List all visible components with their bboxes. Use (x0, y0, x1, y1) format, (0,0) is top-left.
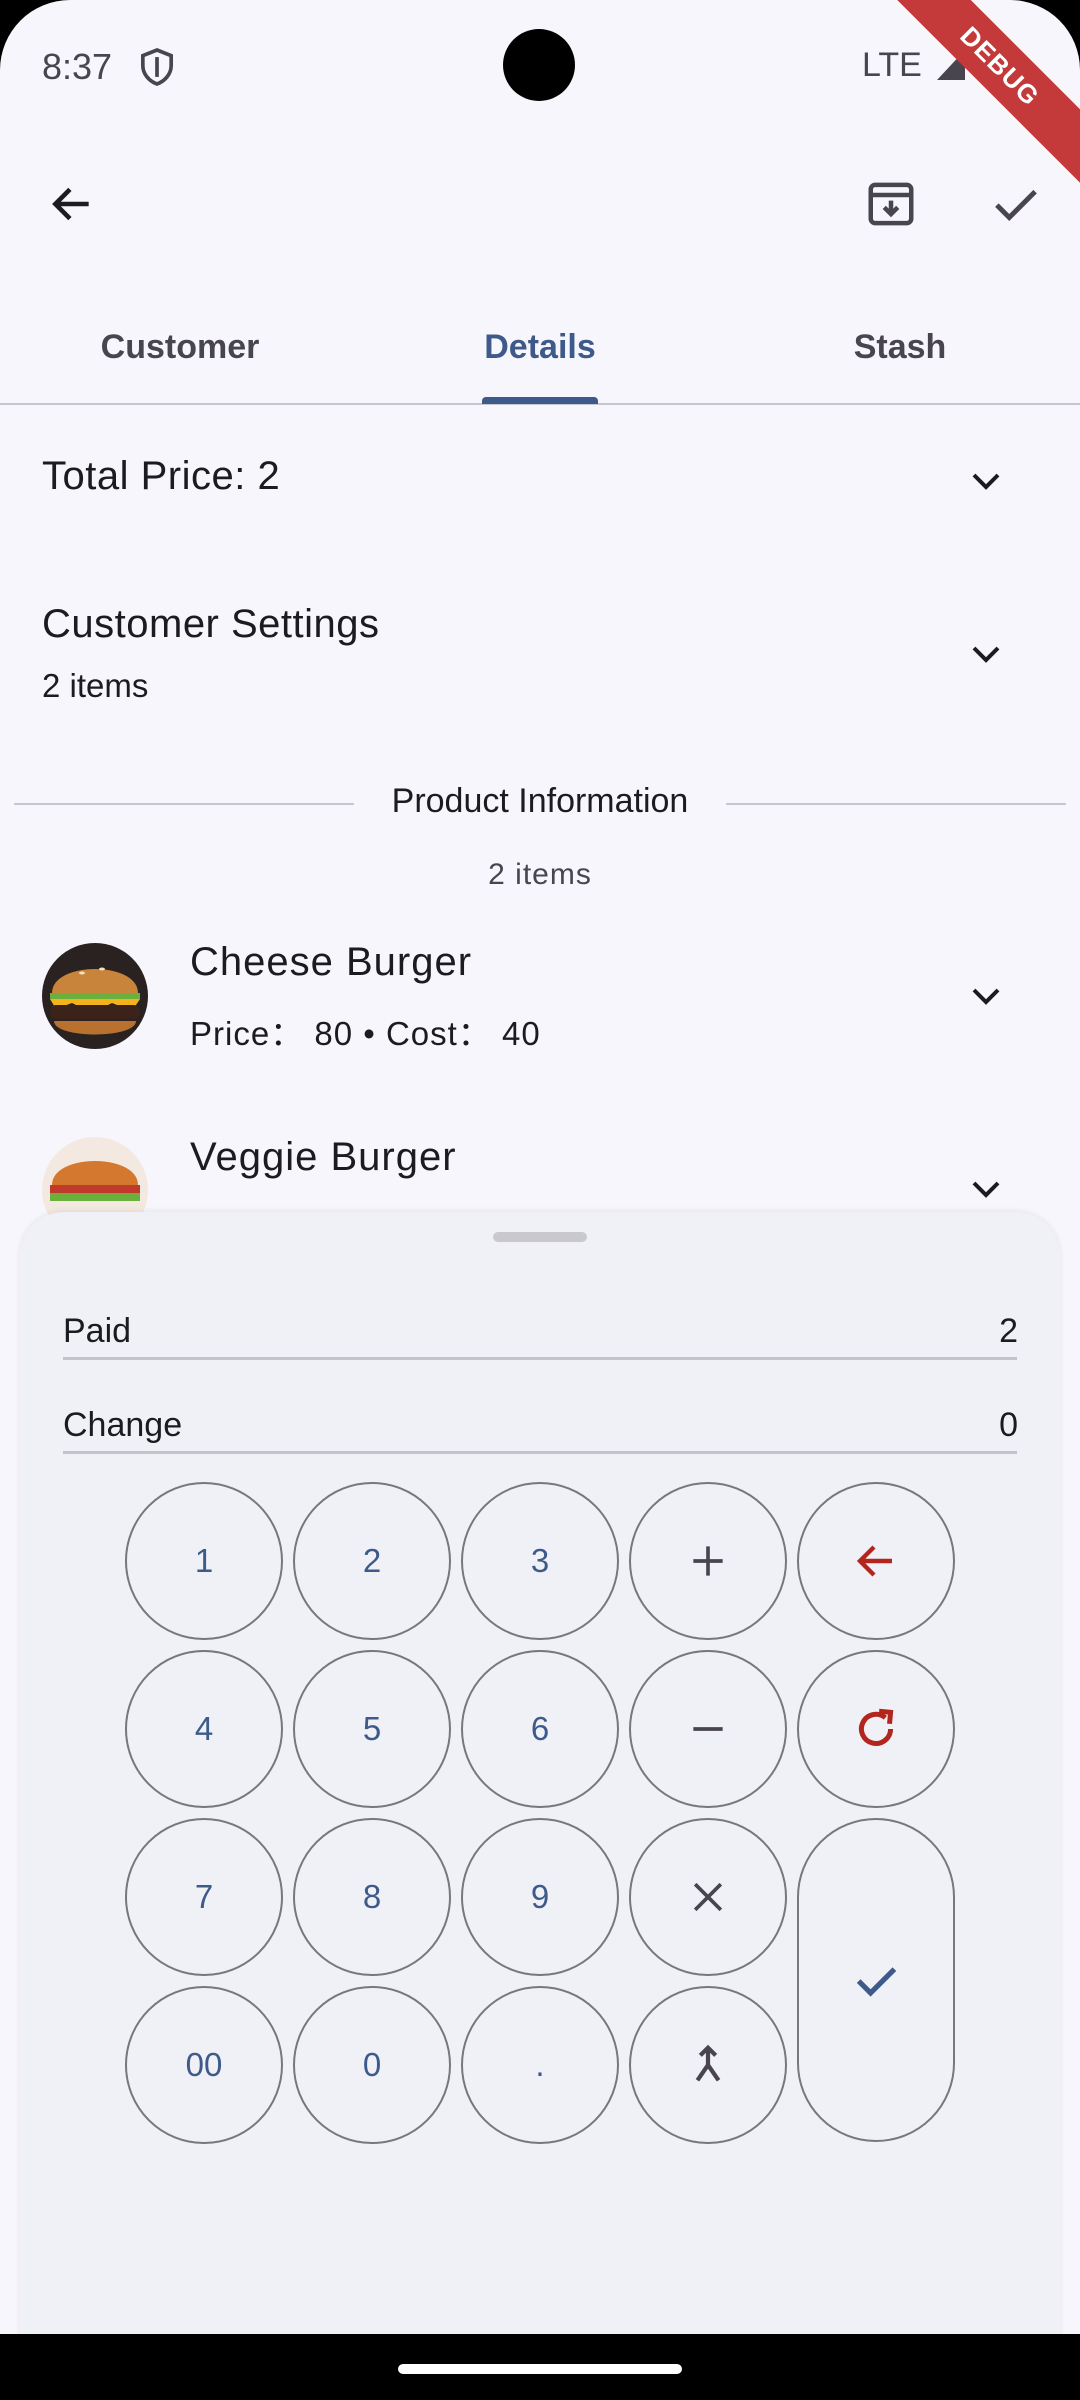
change-underline (63, 1451, 1017, 1454)
network-label: LTE (862, 46, 922, 84)
customer-settings-subtitle: 2 items (42, 667, 149, 704)
chevron-down-icon (972, 1181, 1000, 1198)
key-0[interactable]: 0 (293, 1986, 451, 2144)
chevron-down-icon (972, 988, 1000, 1005)
key-2[interactable]: 2 (293, 1482, 451, 1640)
paid-underline (63, 1357, 1017, 1360)
key-multiply[interactable] (629, 1818, 787, 1976)
change-value: 0 (999, 1406, 1018, 1444)
change-label: Change (63, 1406, 183, 1444)
plus-icon (693, 1546, 723, 1576)
confirm-button[interactable] (980, 168, 1052, 240)
multiply-icon (693, 1882, 723, 1912)
key-3[interactable]: 3 (461, 1482, 619, 1640)
minus-icon (693, 1727, 723, 1731)
gesture-nav-handle[interactable] (398, 2364, 682, 2374)
product-meta: Price： 80 • Cost： 40 (190, 1015, 541, 1052)
cheese-burger-image (42, 943, 148, 1049)
archive-button[interactable] (855, 168, 927, 240)
check-icon (995, 189, 1037, 222)
status-bar: 8:37 LTE DEBUG (0, 0, 1080, 184)
key-6[interactable]: 6 (461, 1650, 619, 1808)
divider (726, 803, 1066, 805)
key-9[interactable]: 9 (461, 1818, 619, 1976)
camera-cutout (503, 29, 575, 101)
app-screen: 8:37 LTE DEBUG Customer Details Stash To… (0, 0, 1080, 2334)
drag-handle[interactable] (493, 1232, 587, 1242)
product-count: 2 items (488, 858, 592, 891)
status-time: 8:37 (42, 46, 113, 87)
tab-customer[interactable]: Customer (0, 290, 360, 405)
debug-label: DEBUG (954, 20, 1046, 112)
key-5[interactable]: 5 (293, 1650, 451, 1808)
customer-settings-title: Customer Settings (42, 602, 380, 646)
refresh-icon (859, 1708, 894, 1746)
chevron-down-icon (972, 473, 1000, 490)
key-4[interactable]: 4 (125, 1650, 283, 1808)
key-minus[interactable] (629, 1650, 787, 1808)
shield-icon (140, 48, 174, 86)
key-confirm[interactable] (797, 1818, 955, 2142)
product-info-title: Product Information (391, 782, 689, 820)
paid-label: Paid (63, 1312, 132, 1350)
key-merge[interactable] (629, 1986, 787, 2144)
total-price-label: Total Price: 2 (42, 454, 281, 498)
backspace-arrow-icon (856, 1545, 892, 1577)
tab-details[interactable]: Details (360, 290, 720, 405)
archive-download-icon (868, 182, 914, 226)
chevron-down-icon (972, 646, 1000, 663)
tab-indicator (482, 397, 598, 404)
tab-stash[interactable]: Stash (720, 290, 1080, 405)
payment-bottom-sheet: Paid 2 Change 0 1 2 3 4 5 6 7 8 9 00 0 . (20, 1212, 1060, 2334)
tab-bar: Customer Details Stash (0, 290, 1080, 405)
product-name: Cheese Burger (190, 940, 473, 984)
key-8[interactable]: 8 (293, 1818, 451, 1976)
key-00[interactable]: 00 (125, 1986, 283, 2144)
key-plus[interactable] (629, 1482, 787, 1640)
key-7[interactable]: 7 (125, 1818, 283, 1976)
paid-value[interactable]: 2 (999, 1312, 1018, 1351)
product-name: Veggie Burger (190, 1135, 457, 1179)
back-button[interactable] (36, 168, 108, 240)
merge-icon (695, 2044, 721, 2082)
key-1[interactable]: 1 (125, 1482, 283, 1640)
back-arrow-icon (52, 187, 89, 221)
key-reset[interactable] (797, 1650, 955, 1808)
debug-banner: DEBUG (882, 0, 1080, 184)
key-backspace[interactable] (797, 1482, 955, 1640)
key-decimal[interactable]: . (461, 1986, 619, 2144)
divider (14, 803, 354, 805)
check-icon (856, 1967, 897, 1997)
